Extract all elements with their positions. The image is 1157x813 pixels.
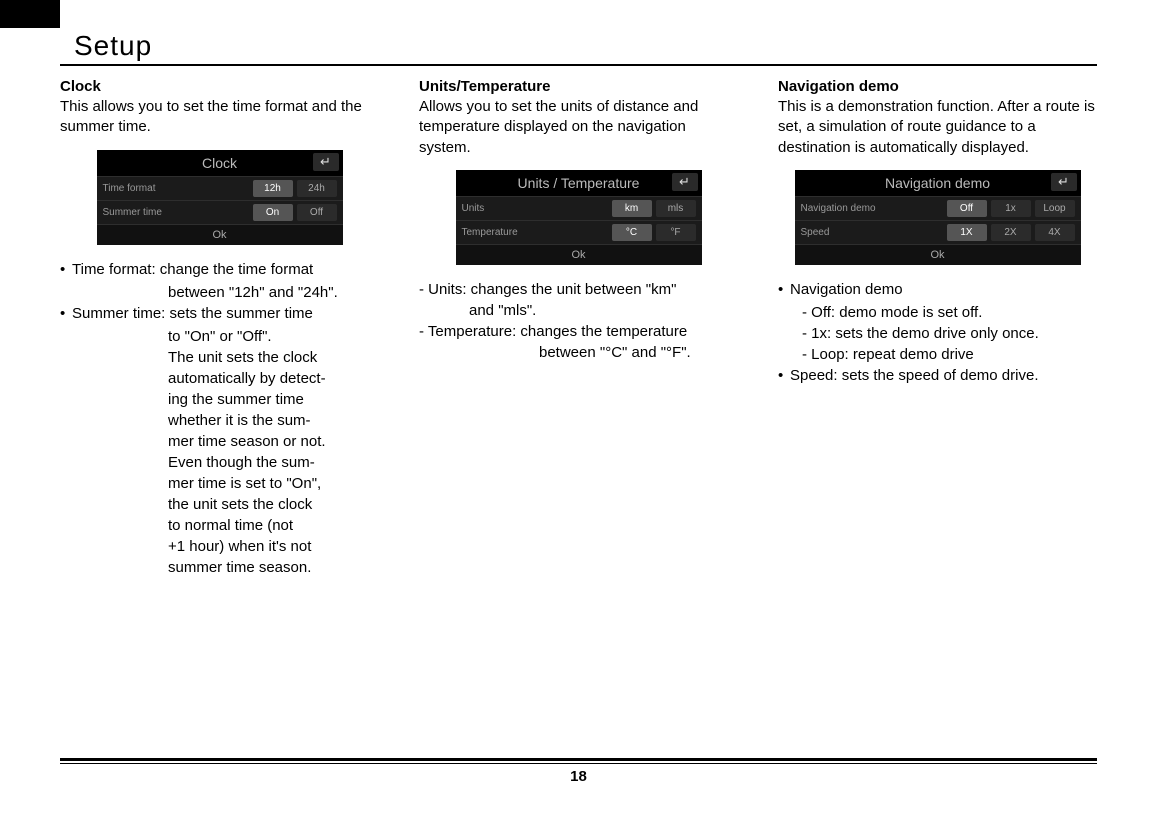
sub-1x: - 1x: sets the demo drive only once. [778,323,1097,344]
ss-opt-km[interactable]: km [612,200,652,217]
heading-nav-demo: Navigation demo [778,78,1097,95]
ss-ok-button[interactable]: Ok [97,224,343,245]
ss-ok-button[interactable]: Ok [795,244,1081,265]
ss-opt-c[interactable]: °C [612,224,652,241]
ss-opt-2x[interactable]: 2X [991,224,1031,241]
desc-nav-demo: This is a demonstration function. After … [778,97,1097,158]
screenshot-units: Units / Temperature ↵ Units km mls Tempe… [454,168,704,267]
bullets-nav-demo: Navigation demo - Off: demo mode is set … [778,279,1097,386]
ss-opt-24h[interactable]: 24h [297,180,337,197]
ss-label: Time format [103,183,249,194]
sub-off: - Off: demo mode is set off. [778,302,1097,323]
ss-label: Speed [801,227,943,238]
screenshot-nav-demo: Navigation demo ↵ Navigation demo Off 1x… [793,168,1083,267]
ss-header: Clock ↵ [97,150,343,176]
ss-row-speed: Speed 1X 2X 4X [795,220,1081,244]
ss-opt-1x[interactable]: 1x [991,200,1031,217]
st-line: Even though the sum- [60,452,379,473]
back-icon[interactable]: ↵ [313,153,339,171]
st-line: whether it is the sum- [60,410,379,431]
st-line: mer time season or not. [60,431,379,452]
ss-label: Navigation demo [801,203,943,214]
heading-clock: Clock [60,78,379,95]
ss-opt-1x[interactable]: 1X [947,224,987,241]
ss-opt-loop[interactable]: Loop [1035,200,1075,217]
ss-opt-off[interactable]: Off [297,204,337,221]
st-line: to normal time (not [60,515,379,536]
col-units: Units/Temperature Allows you to set the … [419,78,738,578]
ss-title: Units / Temperature [518,175,640,191]
ss-row-summer-time: Summer time On Off [97,200,343,224]
ss-header: Units / Temperature ↵ [456,170,702,196]
st-line: The unit sets the clock [60,347,379,368]
back-icon[interactable]: ↵ [1051,173,1077,191]
ss-opt-on[interactable]: On [253,204,293,221]
desc-units: Allows you to set the units of distance … [419,97,738,158]
title-rule [60,64,1097,66]
ss-opt-12h[interactable]: 12h [253,180,293,197]
dash-units: - Units: changes the unit between "km" [419,279,738,300]
ss-opt-off[interactable]: Off [947,200,987,217]
bullet-nav-demo: Navigation demo [778,279,1097,300]
ss-opt-mls[interactable]: mls [656,200,696,217]
ss-ok-button[interactable]: Ok [456,244,702,265]
page-number: 18 [60,768,1097,785]
desc-clock: This allows you to set the time format a… [60,97,379,138]
ss-row-time-format: Time format 12h 24h [97,176,343,200]
dash-units-cont: and "mls". [419,300,738,321]
ss-opt-f[interactable]: °F [656,224,696,241]
ss-label: Temperature [462,227,608,238]
ss-row-units: Units km mls [456,196,702,220]
bullet-time-format: Time format: change the time format [60,259,379,280]
ss-label: Summer time [103,207,249,218]
col-clock: Clock This allows you to set the time fo… [60,78,379,578]
dash-temp-cont: between "°C" and "°F". [419,342,738,363]
bullet-time-format-cont: between "12h" and "24h". [60,282,379,303]
st-line: ing the summer time [60,389,379,410]
bullet-summer-time: Summer time: sets the summer time [60,303,379,324]
heading-units: Units/Temperature [419,78,738,95]
footer-rule-thin [60,763,1097,764]
back-icon[interactable]: ↵ [672,173,698,191]
content-columns: Clock This allows you to set the time fo… [60,78,1097,578]
ss-opt-4x[interactable]: 4X [1035,224,1075,241]
bullets-units: - Units: changes the unit between "km" a… [419,279,738,363]
st-line: mer time is set to "On", [60,473,379,494]
footer: 18 [60,758,1097,785]
ss-header: Navigation demo ↵ [795,170,1081,196]
ss-label: Units [462,203,608,214]
st-line: +1 hour) when it's not [60,536,379,557]
st-line: the unit sets the clock [60,494,379,515]
page-title: Setup [74,30,1097,62]
ss-title: Clock [202,155,237,171]
bullet-speed: Speed: sets the speed of demo drive. [778,365,1097,386]
page-tab [0,0,60,28]
bullets-clock: Time format: change the time format betw… [60,259,379,578]
st-line: summer time season. [60,557,379,578]
screenshot-clock: Clock ↵ Time format 12h 24h Summer time … [95,148,345,247]
ss-row-temp: Temperature °C °F [456,220,702,244]
sub-loop: - Loop: repeat demo drive [778,344,1097,365]
footer-rule-thick [60,758,1097,761]
col-nav-demo: Navigation demo This is a demonstration … [778,78,1097,578]
dash-temp: - Temperature: changes the temperature [419,321,738,342]
st-line: automatically by detect- [60,368,379,389]
ss-title: Navigation demo [885,175,990,191]
ss-row-nav-demo: Navigation demo Off 1x Loop [795,196,1081,220]
st-line: to "On" or "Off". [60,326,379,347]
